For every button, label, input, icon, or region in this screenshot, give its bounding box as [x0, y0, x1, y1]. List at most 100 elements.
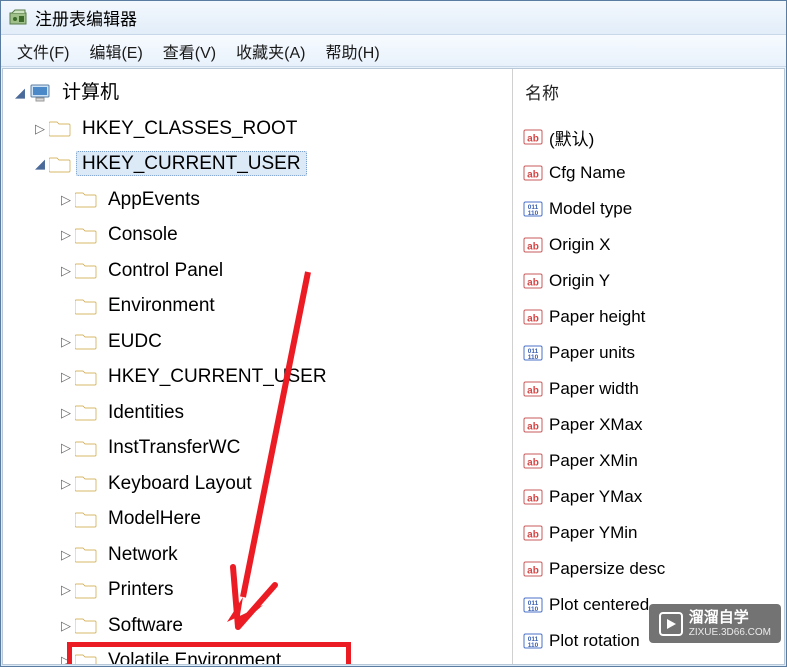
menubar: 文件(F) 编辑(E) 查看(V) 收藏夹(A) 帮助(H) [1, 35, 786, 67]
value-item[interactable]: Paper units [513, 335, 784, 371]
expander-icon[interactable]: ▷ [59, 406, 73, 419]
value-item[interactable]: Paper YMax [513, 479, 784, 515]
value-name: (默认) [549, 125, 594, 150]
expander-icon[interactable]: ◢ [13, 86, 27, 99]
binary-value-icon [523, 199, 543, 219]
value-name: Paper XMin [549, 451, 638, 471]
string-value-icon [523, 451, 543, 471]
expander-icon[interactable]: ▷ [59, 477, 73, 490]
folder-icon [75, 474, 97, 492]
tree-label: HKEY_CURRENT_USER [102, 364, 333, 389]
folder-icon [75, 226, 97, 244]
value-item[interactable]: (默认) [513, 119, 784, 155]
folder-icon [75, 261, 97, 279]
folder-icon [75, 297, 97, 315]
tree-label: 计算机 [56, 80, 125, 105]
tree-node-appevents[interactable]: ▷ AppEvents [7, 182, 512, 218]
expander-icon[interactable]: ▷ [59, 654, 73, 664]
value-name: Paper YMax [549, 487, 642, 507]
expander-icon[interactable]: ▷ [59, 619, 73, 632]
string-value-icon [523, 307, 543, 327]
folder-icon [75, 332, 97, 350]
titlebar[interactable]: 注册表编辑器 [1, 1, 786, 35]
tree-node-eudc[interactable]: ▷EUDC [7, 324, 512, 360]
folder-icon [75, 545, 97, 563]
value-item[interactable]: Paper XMin [513, 443, 784, 479]
string-value-icon [523, 271, 543, 291]
column-header-name[interactable]: 名称 [513, 75, 784, 113]
value-name: Origin Y [549, 271, 610, 291]
string-value-icon [523, 415, 543, 435]
folder-icon [75, 652, 97, 664]
folder-icon [75, 439, 97, 457]
expander-icon[interactable]: ▷ [59, 548, 73, 561]
values-pane[interactable]: 名称 (默认) Cfg Name Model type Origin X Origin … [513, 69, 784, 664]
value-name: Papersize desc [549, 559, 665, 579]
expander-icon[interactable]: ▷ [59, 335, 73, 348]
folder-icon [49, 155, 71, 173]
binary-value-icon [523, 631, 543, 651]
value-name: Cfg Name [549, 163, 626, 183]
tree-node-console[interactable]: ▷ Console [7, 217, 512, 253]
value-item[interactable]: Model type [513, 191, 784, 227]
expander-icon[interactable]: ◢ [33, 157, 47, 170]
tree-node-printers[interactable]: ▷Printers [7, 572, 512, 608]
tree-node-modelhere[interactable]: ModelHere [7, 501, 512, 537]
folder-icon [75, 581, 97, 599]
expander-icon[interactable]: ▷ [59, 583, 73, 596]
value-item[interactable]: Paper YMin [513, 515, 784, 551]
tree-label: Volatile Environment [102, 648, 287, 664]
value-item[interactable]: Paper width [513, 371, 784, 407]
expander-icon[interactable]: ▷ [59, 441, 73, 454]
value-item[interactable]: Origin Y [513, 263, 784, 299]
tree-label: Console [102, 222, 184, 247]
tree-node-computer[interactable]: ◢ 计算机 [7, 75, 512, 111]
expander-icon[interactable]: ▷ [59, 264, 73, 277]
value-item[interactable]: Papersize desc [513, 551, 784, 587]
folder-icon [75, 368, 97, 386]
menu-favorites[interactable]: 收藏夹(A) [226, 35, 315, 67]
menu-help[interactable]: 帮助(H) [315, 35, 389, 67]
folder-icon [49, 119, 71, 137]
tree-label: HKEY_CURRENT_USER [76, 151, 307, 176]
tree-node-keyboard[interactable]: ▷Keyboard Layout [7, 466, 512, 502]
value-item[interactable]: Origin X [513, 227, 784, 263]
tree-node-volatile[interactable]: ▷ Volatile Environment [7, 643, 512, 664]
tree-node-insttransfer[interactable]: ▷InstTransferWC [7, 430, 512, 466]
menu-edit[interactable]: 编辑(E) [79, 35, 152, 67]
value-item[interactable]: Paper XMax [513, 407, 784, 443]
menu-view[interactable]: 查看(V) [153, 35, 226, 67]
tree-label: Identities [102, 400, 190, 425]
folder-icon [75, 616, 97, 634]
app-icon [9, 9, 27, 27]
tree-node-environment[interactable]: Environment [7, 288, 512, 324]
tree-node-hkcr[interactable]: ▷ HKEY_CLASSES_ROOT [7, 111, 512, 147]
string-value-icon [523, 379, 543, 399]
tree-node-hkcu2[interactable]: ▷ HKEY_CURRENT_USER [7, 359, 512, 395]
tree-label: ModelHere [102, 506, 207, 531]
expander-icon[interactable]: ▷ [59, 370, 73, 383]
computer-icon [29, 84, 51, 102]
tree-node-identities[interactable]: ▷ Identities [7, 395, 512, 431]
value-item[interactable]: Paper height [513, 299, 784, 335]
value-name: Paper XMax [549, 415, 643, 435]
tree-node-network[interactable]: ▷Network [7, 537, 512, 573]
expander-icon[interactable]: ▷ [59, 228, 73, 241]
value-item[interactable]: Cfg Name [513, 155, 784, 191]
tree-label: AppEvents [102, 187, 206, 212]
tree-node-controlpanel[interactable]: ▷Control Panel [7, 253, 512, 289]
menu-file[interactable]: 文件(F) [7, 35, 79, 67]
binary-value-icon [523, 595, 543, 615]
expander-icon[interactable]: ▷ [33, 122, 47, 135]
value-name: Paper width [549, 379, 639, 399]
play-icon [659, 612, 683, 636]
expander-icon[interactable]: ▷ [59, 193, 73, 206]
watermark: 溜溜自学 ZIXUE.3D66.COM [649, 604, 781, 643]
string-value-icon [523, 235, 543, 255]
folder-icon [75, 510, 97, 528]
value-name: Plot centered [549, 595, 649, 615]
tree-node-hkcu[interactable]: ◢ HKEY_CURRENT_USER [7, 146, 512, 182]
tree-node-software[interactable]: ▷Software [7, 608, 512, 644]
tree-pane[interactable]: ◢ 计算机 ▷ HKEY_CLASSES_ROOT ◢ HKEY_CURRENT… [3, 69, 513, 664]
value-name: Model type [549, 199, 632, 219]
